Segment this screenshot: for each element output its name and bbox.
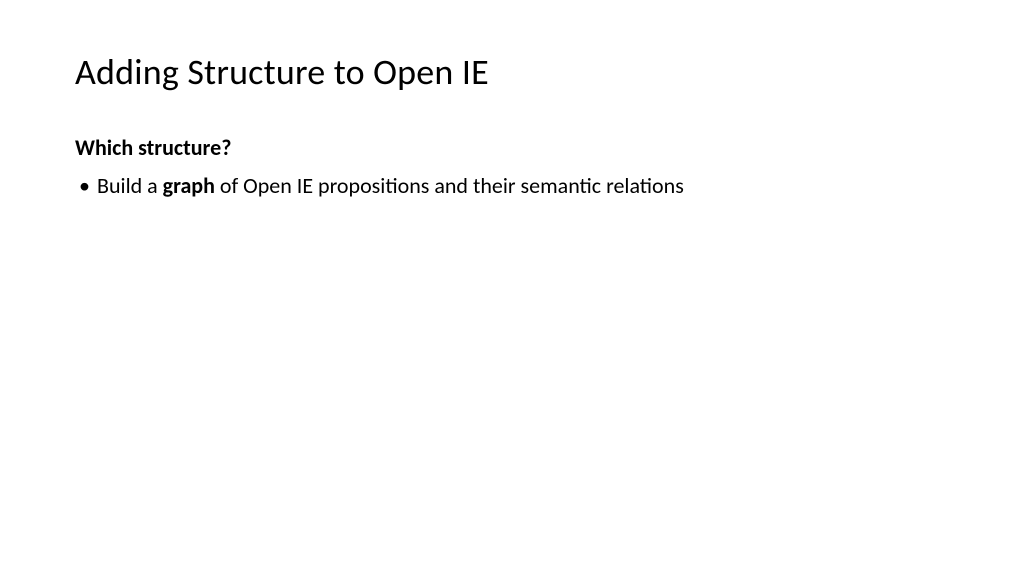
slide-subheading: Which structure? [75, 134, 949, 161]
bullet-text-post: of Open IE propositions and their semant… [215, 172, 684, 199]
list-item: Build a graph of Open IE propositions an… [75, 171, 949, 201]
bullet-text-pre: Build a [97, 172, 163, 199]
bullet-text-bold: graph [163, 172, 215, 199]
bullet-list: Build a graph of Open IE propositions an… [75, 171, 949, 201]
slide-title: Adding Structure to Open IE [75, 50, 949, 94]
